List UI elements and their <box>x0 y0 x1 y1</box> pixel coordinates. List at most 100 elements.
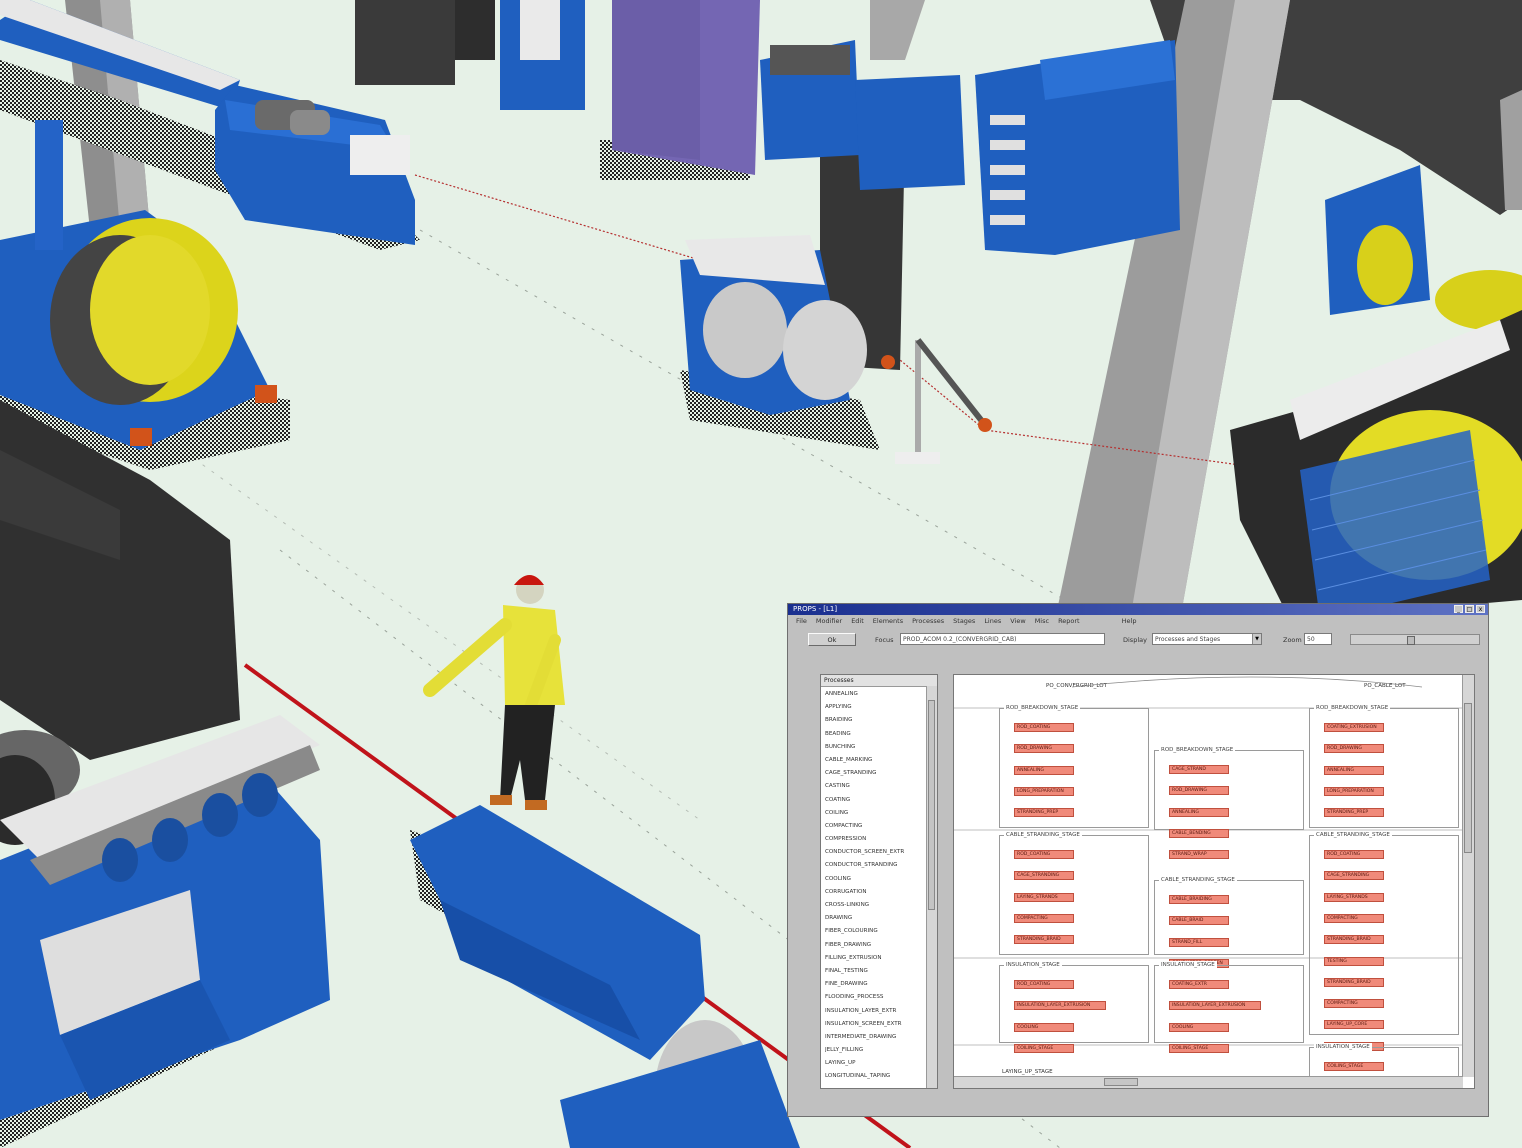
process-node[interactable]: COILING_STAGE <box>1169 1043 1229 1053</box>
process-node[interactable]: CABLE_BENDING <box>1169 828 1229 838</box>
menu-elements[interactable]: Elements <box>873 617 903 625</box>
process-node[interactable]: STRANDING_BRAID <box>1324 977 1384 987</box>
process-list-scrollbar[interactable] <box>926 686 937 1088</box>
stage-box[interactable]: CABLE_STRANDING_STAGE ROD_COATING CAGE_STR… <box>1309 831 1459 1051</box>
list-item[interactable]: COMPACTING <box>825 820 925 833</box>
stage-box[interactable]: INSULATION_STAGE COILING_STAGE <box>1309 1043 1459 1077</box>
list-item[interactable]: FILLING_EXTRUSION <box>825 952 925 965</box>
list-item[interactable]: ANNEALING <box>825 688 925 701</box>
process-node[interactable]: CABLE_BRAID <box>1169 916 1229 926</box>
list-item[interactable]: JELLY_FILLING <box>825 1044 925 1057</box>
process-node[interactable]: STRAND_FILL <box>1169 937 1229 947</box>
process-node[interactable]: ANNEALING <box>1014 765 1074 775</box>
process-node[interactable]: LAYING_STRANDS <box>1014 892 1074 902</box>
process-node[interactable]: COILING_STAGE <box>1324 1062 1384 1071</box>
list-item[interactable]: LONGITUDINAL_TAPING <box>825 1070 925 1083</box>
menu-file[interactable]: File <box>796 617 807 625</box>
diagram-horizontal-scroll-thumb[interactable] <box>1104 1078 1138 1086</box>
list-item[interactable]: BRAIDING <box>825 714 925 727</box>
diagram-vertical-scroll-thumb[interactable] <box>1464 703 1472 853</box>
stage-box[interactable]: INSULATION_STAGE COATING_EXTR INSULATION_L… <box>1154 961 1304 1053</box>
list-item[interactable]: FINE_DRAWING <box>825 978 925 991</box>
menu-help[interactable]: Help <box>1122 617 1137 625</box>
process-node[interactable]: COATING_EXTRUSION <box>1324 723 1384 732</box>
process-node[interactable]: ROD_COATING <box>1014 723 1074 732</box>
focus-field[interactable]: PROD_ACOM 0.2_(CONVERGRID_CAB) <box>900 633 1105 645</box>
process-node[interactable]: STRANDING_PREP <box>1014 808 1074 818</box>
list-item[interactable]: BEADING <box>825 728 925 741</box>
process-node[interactable]: LONG_PREPARATION <box>1324 786 1384 796</box>
process-node[interactable]: ROD_COATING <box>1324 850 1384 859</box>
list-item[interactable]: CABLE_MARKING <box>825 754 925 767</box>
close-button[interactable]: x <box>1476 605 1485 613</box>
list-item[interactable]: INTERMEDIATE_DRAWING <box>825 1031 925 1044</box>
process-node[interactable]: STRAND_WRAP <box>1169 850 1229 860</box>
stage-box[interactable]: INSULATION_STAGE ROD_COATING INSULATION_LA… <box>999 961 1149 1053</box>
list-item[interactable]: INSULATION_LAYER_EXTR <box>825 1005 925 1018</box>
maximize-button[interactable]: □ <box>1465 605 1474 613</box>
stage-box[interactable]: ROD_BREAKDOWN_STAGE COATING_EXTRUSION ROD_… <box>1309 704 1459 828</box>
zoom-slider[interactable] <box>1350 634 1480 645</box>
process-node[interactable]: CAGE_STRANDING <box>1014 871 1074 881</box>
diagram-horizontal-scrollbar[interactable] <box>954 1076 1463 1088</box>
menu-processes[interactable]: Processes <box>912 617 944 625</box>
list-item[interactable]: FIBER_COLOURING <box>825 925 925 938</box>
list-item[interactable]: DRAWING <box>825 912 925 925</box>
process-node[interactable]: ANNEALING <box>1169 807 1229 817</box>
process-node[interactable]: COMPACTING <box>1324 913 1384 923</box>
list-item[interactable]: COOLING <box>825 873 925 886</box>
list-item[interactable]: COMPRESSION <box>825 833 925 846</box>
process-node[interactable]: ROD_DRAWING <box>1169 786 1229 796</box>
process-node[interactable]: STRANDING_PREP <box>1324 808 1384 818</box>
list-item[interactable]: COILING <box>825 807 925 820</box>
list-item[interactable]: BUNCHING <box>825 741 925 754</box>
process-node[interactable]: COOLING <box>1014 1022 1074 1032</box>
list-item[interactable]: CROSS-LINKING <box>825 899 925 912</box>
list-item[interactable]: APPLYING <box>825 701 925 714</box>
stage-box[interactable]: CABLE_STRANDING_STAGE CABLE_BRAIDING CABLE… <box>1154 876 1304 968</box>
process-node[interactable]: COATING_EXTR <box>1169 980 1229 989</box>
process-node[interactable]: LAYING_UP_CORE <box>1324 1020 1384 1030</box>
stage-box[interactable]: ROD_BREAKDOWN_STAGE ROD_COATING ROD_DRAWIN… <box>999 704 1149 828</box>
process-node[interactable]: COILING_STAGE <box>1014 1043 1074 1053</box>
process-list-scroll-thumb[interactable] <box>928 700 935 910</box>
menu-report[interactable]: Report <box>1058 617 1080 625</box>
process-node[interactable]: CAGE_STRANDING <box>1324 871 1384 881</box>
process-node[interactable]: INSULATION_LAYER_EXTRUSION <box>1169 1001 1261 1011</box>
list-item[interactable]: FLOODING_PROCESS <box>825 991 925 1004</box>
process-node[interactable]: ROD_DRAWING <box>1014 744 1074 754</box>
list-item[interactable]: LAYING_UP <box>825 1057 925 1070</box>
zoom-field[interactable]: 50 <box>1304 633 1332 645</box>
list-item[interactable]: FIBER_DRAWING <box>825 939 925 952</box>
process-node[interactable]: ROD_DRAWING <box>1324 744 1384 754</box>
list-item[interactable]: CASTING <box>825 780 925 793</box>
menu-misc[interactable]: Misc <box>1035 617 1049 625</box>
process-node[interactable]: COMPACTING <box>1324 999 1384 1009</box>
menu-stages[interactable]: Stages <box>953 617 975 625</box>
list-item[interactable]: INSULATION_SCREEN_EXTR <box>825 1018 925 1031</box>
chevron-down-icon[interactable]: ▼ <box>1252 634 1261 644</box>
list-item[interactable]: CORRUGATION <box>825 886 925 899</box>
menu-modifier[interactable]: Modifier <box>816 617 842 625</box>
process-node[interactable]: COMPACTING <box>1014 913 1074 923</box>
process-node[interactable]: STRANDING_BRAID <box>1014 935 1074 945</box>
display-select[interactable]: Processes and Stages ▼ <box>1152 633 1262 645</box>
process-node[interactable]: ROD_COATING <box>1014 980 1074 989</box>
process-node[interactable]: ANNEALING <box>1324 765 1384 775</box>
list-item[interactable]: CONDUCTOR_STRANDING <box>825 859 925 872</box>
menu-view[interactable]: View <box>1010 617 1025 625</box>
minimize-button[interactable]: _ <box>1454 605 1463 613</box>
process-node[interactable]: CABLE_BRAIDING <box>1169 895 1229 904</box>
process-node[interactable]: ROD_COATING <box>1014 850 1074 859</box>
list-item[interactable]: CONDUCTOR_SCREEN_EXTR <box>825 846 925 859</box>
process-node[interactable]: COOLING <box>1169 1022 1229 1032</box>
process-node[interactable]: TESTING <box>1324 956 1384 966</box>
process-node[interactable]: INSULATION_LAYER_EXTRUSION <box>1014 1001 1106 1011</box>
zoom-slider-thumb[interactable] <box>1407 636 1415 645</box>
list-item[interactable]: FINAL_TESTING <box>825 965 925 978</box>
list-item[interactable]: CAGE_STRANDING <box>825 767 925 780</box>
menu-lines[interactable]: Lines <box>984 617 1001 625</box>
process-node[interactable]: STRANDING_BRAID <box>1324 935 1384 945</box>
menu-edit[interactable]: Edit <box>851 617 864 625</box>
diagram-vertical-scrollbar[interactable] <box>1462 675 1474 1077</box>
